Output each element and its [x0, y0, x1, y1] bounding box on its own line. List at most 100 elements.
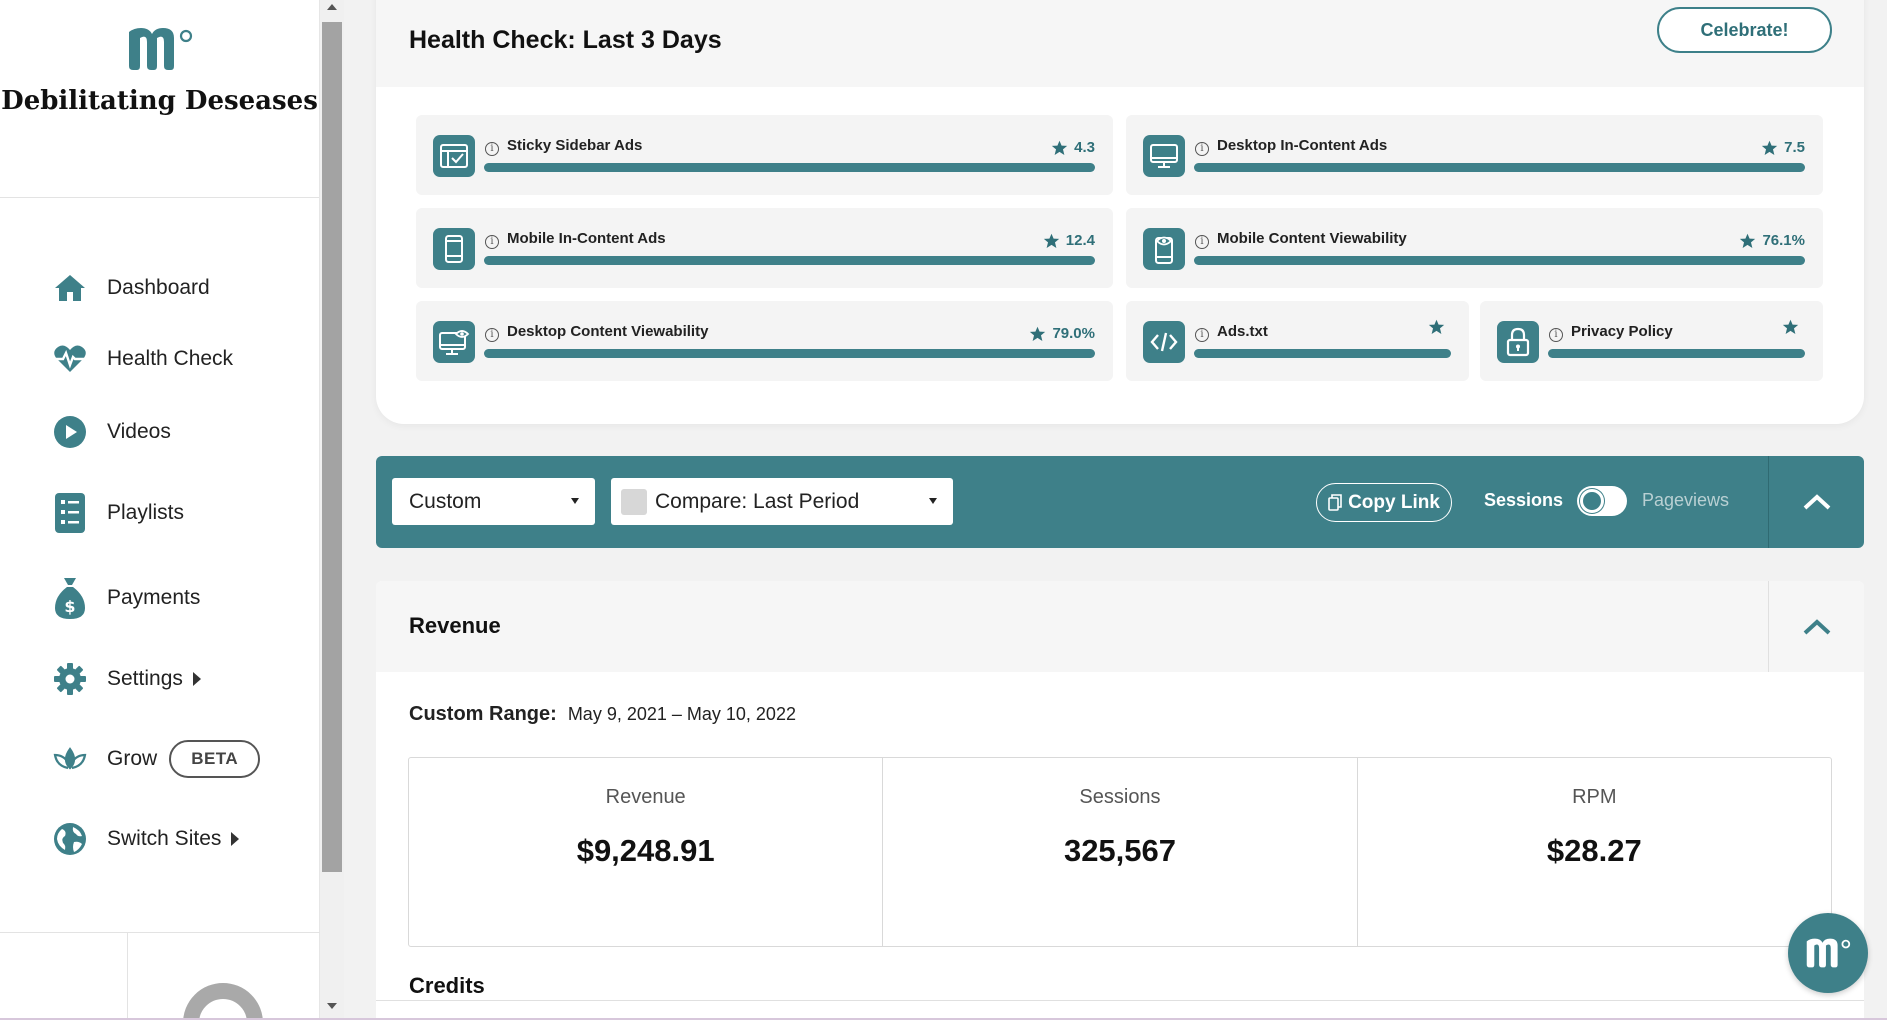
collapse-filters-button[interactable]	[1768, 456, 1864, 548]
lotus-icon	[50, 739, 90, 779]
health-tile-label: Desktop Content Viewability	[507, 323, 709, 340]
sidebar-item-switch-sites[interactable]: Switch Sites	[50, 817, 240, 861]
compare-value: Compare: Last Period	[655, 489, 860, 513]
health-tile-desktop-content-viewability[interactable]: i Desktop Content Viewability 79.0%	[416, 301, 1113, 381]
star-icon	[1782, 319, 1799, 334]
health-tile-ads-txt[interactable]: i Ads.txt	[1126, 301, 1469, 381]
sidebar-item-dashboard[interactable]: Dashboard	[50, 266, 210, 310]
health-check-header: Health Check: Last 3 Days Celebrate!	[376, 0, 1864, 87]
celebrate-button[interactable]: Celebrate!	[1657, 7, 1832, 53]
health-tile-privacy-policy[interactable]: i Privacy Policy	[1480, 301, 1823, 381]
avatar[interactable]	[183, 983, 263, 1020]
custom-range-line: Custom Range: May 9, 2021 – May 10, 2022	[409, 703, 796, 726]
scroll-thumb[interactable]	[322, 22, 342, 872]
stat-label: Sessions	[1079, 786, 1161, 808]
revenue-title: Revenue	[409, 613, 501, 638]
health-tile-label: Mobile Content Viewability	[1217, 230, 1407, 247]
health-tile-score: 12.4	[1043, 232, 1095, 249]
health-tile-label: Privacy Policy	[1571, 323, 1673, 340]
copy-link-label: Copy Link	[1348, 491, 1440, 513]
health-tile-score: 4.3	[1051, 139, 1095, 156]
sessions-pageviews-toggle[interactable]	[1577, 486, 1627, 516]
health-check-card: Health Check: Last 3 Days Celebrate! i S…	[376, 0, 1864, 424]
toggle-knob	[1580, 489, 1604, 513]
copy-icon	[1328, 494, 1342, 511]
sidebar-item-label: Switch Sites	[107, 827, 222, 850]
stats-summary: Revenue $9,248.91 Sessions 325,567 RPM $…	[408, 757, 1832, 947]
logo-area: Debilitating Deseases	[0, 0, 319, 198]
info-icon[interactable]: i	[485, 235, 499, 249]
stat-revenue: Revenue $9,248.91	[409, 758, 884, 946]
sidebar-item-label: Videos	[107, 420, 171, 443]
sidebar-item-label: Dashboard	[107, 276, 210, 299]
sidebar-item-settings[interactable]: Settings	[50, 657, 201, 701]
revenue-header: Revenue	[376, 581, 1864, 672]
stat-label: Revenue	[605, 786, 686, 808]
sidebar-item-videos[interactable]: Videos	[50, 410, 171, 454]
checklist-icon	[50, 493, 90, 533]
custom-range-value: May 9, 2021 – May 10, 2022	[567, 704, 796, 724]
health-tile-sticky-sidebar-ads[interactable]: i Sticky Sidebar Ads 4.3	[416, 115, 1113, 195]
beta-badge: BETA	[169, 740, 261, 778]
info-icon[interactable]: i	[485, 328, 499, 342]
date-range-select[interactable]: Custom	[392, 478, 595, 525]
info-icon[interactable]: i	[1195, 235, 1209, 249]
stat-sessions: Sessions 325,567	[883, 758, 1358, 946]
info-icon[interactable]: i	[1195, 142, 1209, 156]
scroll-down-arrow-icon[interactable]	[327, 1003, 337, 1009]
sidebar-item-payments[interactable]: $ Payments	[50, 576, 200, 620]
health-score-bar	[484, 163, 1095, 172]
star-icon	[1051, 140, 1068, 155]
sidebar-item-grow[interactable]: Grow BETA	[50, 737, 261, 781]
health-tile-label: Mobile In-Content Ads	[507, 230, 666, 247]
stat-value: 325,567	[1063, 833, 1177, 868]
score-value: 7.5	[1784, 139, 1805, 156]
health-score-bar	[1194, 256, 1805, 265]
sidebar-item-playlists[interactable]: Playlists	[50, 491, 184, 535]
health-tile-label: Ads.txt	[1217, 323, 1268, 340]
info-icon[interactable]: i	[1549, 328, 1563, 342]
brand-logo-icon	[1806, 938, 1851, 968]
brand-logo-icon[interactable]	[125, 26, 195, 72]
score-value: 79.0%	[1052, 325, 1095, 342]
score-value: 76.1%	[1762, 232, 1805, 249]
lock-icon	[1497, 321, 1539, 363]
sidebar-item-health-check[interactable]: Health Check	[50, 337, 233, 381]
health-tile-mobile-content-viewability[interactable]: i Mobile Content Viewability 76.1%	[1126, 208, 1823, 288]
sidebar-item-label: Playlists	[107, 501, 185, 524]
sidebar-scrollbar[interactable]	[320, 0, 344, 1020]
pageviews-toggle-label: Pageviews	[1642, 490, 1730, 510]
health-tile-mobile-in-content-ads[interactable]: i Mobile In-Content Ads 12.4	[416, 208, 1113, 288]
health-tile-score: 79.0%	[1029, 325, 1095, 342]
chevron-down-icon	[571, 498, 579, 504]
star-icon	[1428, 319, 1445, 334]
star-icon	[1740, 233, 1756, 248]
scroll-up-arrow-icon[interactable]	[327, 4, 337, 10]
info-icon[interactable]: i	[1195, 328, 1209, 342]
health-tile-score	[1782, 319, 1805, 335]
health-tile-score: 7.5	[1761, 139, 1805, 156]
star-icon	[1043, 233, 1059, 248]
money-bag-icon: $	[50, 578, 90, 619]
info-icon[interactable]: i	[485, 142, 499, 156]
monitor-eye-icon	[433, 321, 475, 363]
sidebar-item-label: Settings	[107, 667, 183, 690]
svg-text:$: $	[64, 597, 75, 616]
copy-link-button[interactable]: Copy Link	[1316, 483, 1452, 522]
health-tile-score	[1428, 319, 1451, 335]
divider	[376, 1000, 1864, 1001]
health-tile-desktop-in-content-ads[interactable]: i Desktop In-Content Ads 7.5	[1126, 115, 1823, 195]
stat-rpm: RPM $28.27	[1358, 758, 1831, 946]
sidebar-item-label: Payments	[107, 586, 201, 609]
score-value: 4.3	[1074, 139, 1095, 156]
credits-title: Credits	[409, 973, 485, 998]
globe-icon	[50, 819, 90, 859]
collapse-revenue-button[interactable]	[1768, 581, 1864, 672]
compare-color-swatch	[621, 488, 647, 515]
compare-select[interactable]: Compare: Last Period	[611, 478, 953, 525]
mobile-icon	[433, 228, 475, 270]
help-chat-button[interactable]	[1788, 913, 1868, 993]
health-score-bar	[1548, 349, 1805, 358]
play-circle-icon	[50, 412, 90, 452]
health-score-bar	[484, 256, 1095, 265]
